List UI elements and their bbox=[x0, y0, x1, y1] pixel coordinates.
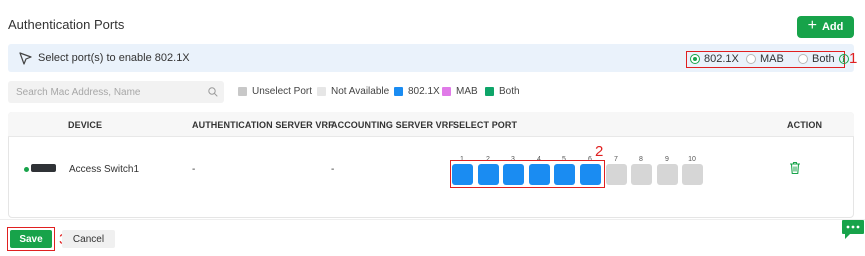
radio-label: 802.1X bbox=[704, 53, 739, 65]
column-header-device: DEVICE bbox=[68, 120, 103, 130]
legend-label: 802.1X bbox=[408, 86, 440, 97]
column-header-action: ACTION bbox=[787, 120, 823, 130]
auth-server-vrf: - bbox=[192, 164, 196, 175]
legend-swatch bbox=[238, 87, 247, 96]
radio-both[interactable]: Both i bbox=[798, 53, 849, 65]
column-header-auth-vrf: AUTHENTICATION SERVER VRF bbox=[192, 120, 334, 130]
radio-button-checked[interactable] bbox=[690, 54, 700, 64]
legend-label: Unselect Port bbox=[252, 86, 313, 97]
info-bar-text: Select port(s) to enable 802.1X bbox=[38, 52, 190, 64]
port-number-label: 9 bbox=[665, 156, 669, 163]
legend-mab: MAB bbox=[442, 86, 478, 97]
annotation-number-2: 2 bbox=[595, 143, 604, 160]
cancel-button[interactable]: Cancel bbox=[62, 230, 115, 248]
radio-button[interactable] bbox=[746, 54, 756, 64]
search-input[interactable] bbox=[8, 81, 203, 103]
search-box bbox=[8, 81, 224, 103]
port-number-label: 10 bbox=[688, 156, 696, 163]
search-icon[interactable] bbox=[208, 87, 218, 97]
radio-label: Both bbox=[812, 53, 835, 65]
cursor-pointer-icon bbox=[19, 52, 32, 65]
add-button-label: Add bbox=[821, 21, 844, 33]
radio-802-1x[interactable]: 802.1X bbox=[690, 53, 739, 65]
legend-both: Both bbox=[485, 86, 520, 97]
save-button[interactable]: Save bbox=[10, 230, 52, 248]
port-unselected[interactable] bbox=[631, 164, 652, 185]
legend-swatch bbox=[317, 87, 326, 96]
port-number-label: 8 bbox=[639, 156, 643, 163]
legend-not-available: Not Available bbox=[317, 86, 389, 97]
port-highlight-box bbox=[450, 160, 605, 188]
trash-icon[interactable] bbox=[789, 161, 801, 175]
legend-label: MAB bbox=[456, 86, 478, 97]
radio-label: MAB bbox=[760, 53, 784, 65]
port-number-label: 7 bbox=[614, 156, 618, 163]
legend-swatch bbox=[394, 87, 403, 96]
legend-802-1x: 802.1X bbox=[394, 86, 440, 97]
device-name: Access Switch1 bbox=[69, 164, 140, 175]
info-icon[interactable]: i bbox=[838, 54, 849, 64]
online-status-dot bbox=[24, 167, 29, 172]
radio-button[interactable] bbox=[798, 54, 808, 64]
add-button[interactable]: + Add bbox=[797, 16, 854, 38]
legend-unselect-port: Unselect Port bbox=[238, 86, 312, 97]
legend-label: Not Available bbox=[331, 86, 390, 97]
footer-divider bbox=[0, 219, 865, 220]
port-unselected[interactable] bbox=[606, 164, 627, 185]
port-unselected[interactable] bbox=[682, 164, 703, 185]
column-header-acct-vrf: ACCOUNTING SERVER VRF bbox=[331, 120, 454, 130]
radio-mab[interactable]: MAB bbox=[746, 53, 784, 65]
column-header-select-port: SELECT PORT bbox=[453, 120, 518, 130]
chat-icon[interactable] bbox=[841, 219, 865, 241]
accounting-server-vrf: - bbox=[331, 164, 335, 175]
switch-device-icon bbox=[31, 164, 56, 172]
plus-icon: + bbox=[807, 17, 817, 34]
legend-swatch bbox=[485, 87, 494, 96]
section-title: Authentication Ports bbox=[8, 17, 125, 32]
annotation-number-1: 1 bbox=[849, 50, 858, 67]
legend-label: Both bbox=[499, 86, 520, 97]
port-unselected[interactable] bbox=[657, 164, 678, 185]
legend-swatch bbox=[442, 87, 451, 96]
